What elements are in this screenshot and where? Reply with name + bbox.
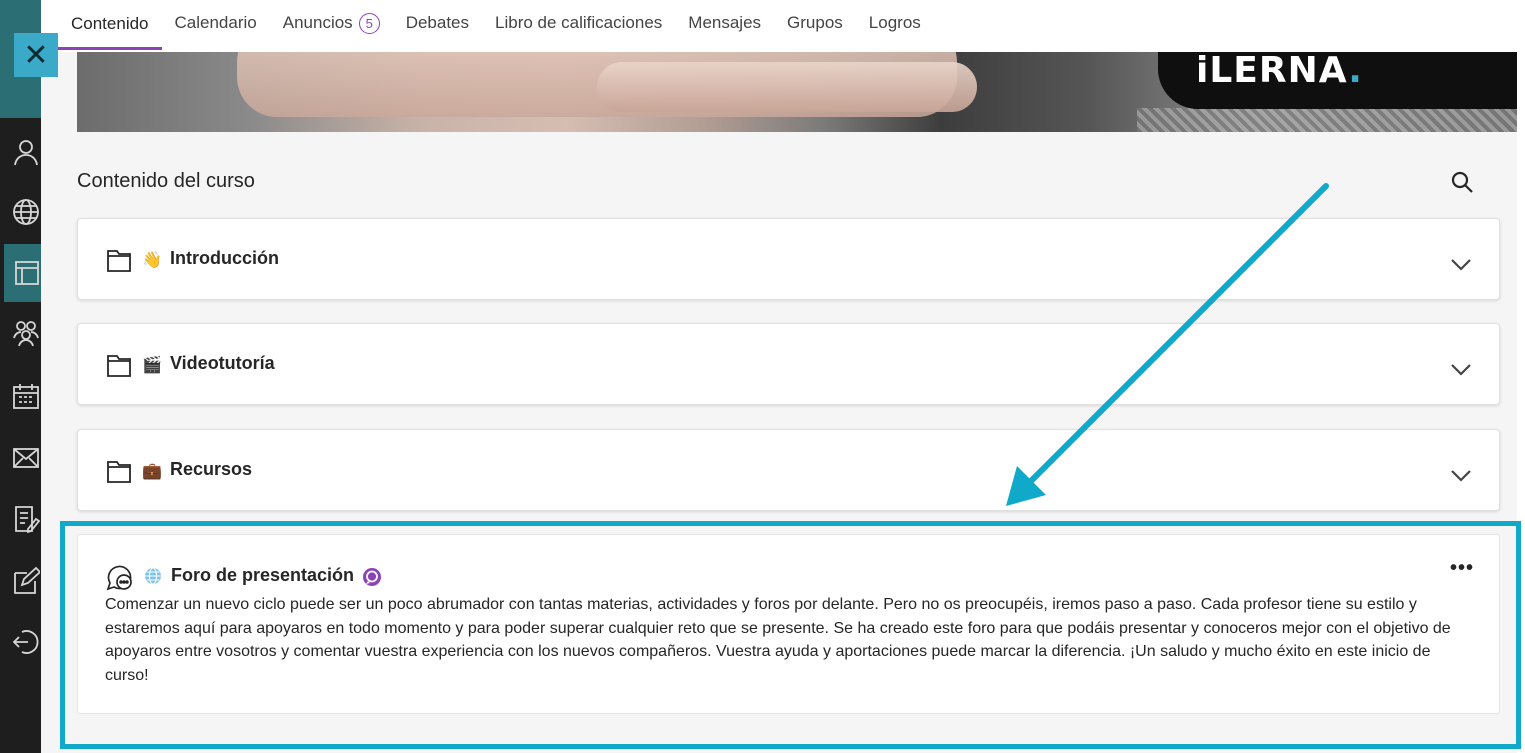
edit-icon[interactable] (12, 567, 40, 594)
highlight-box (60, 521, 1521, 749)
tab-debates[interactable]: Debates (393, 0, 482, 46)
chevron-down-icon[interactable] (1448, 251, 1474, 277)
logout-icon[interactable] (12, 628, 39, 654)
briefcase-emoji-icon: 💼 (142, 461, 162, 480)
chevron-down-icon[interactable] (1448, 462, 1474, 488)
calendar-icon[interactable] (12, 382, 39, 409)
folder-icon (106, 458, 132, 484)
folder-card-videotutoria[interactable]: 🎬 Videotutoría (77, 323, 1500, 405)
mail-icon[interactable] (12, 444, 39, 468)
folder-icon (106, 247, 132, 273)
folder-card-recursos[interactable]: 💼 Recursos (77, 429, 1500, 511)
tab-label: Logros (868, 13, 921, 32)
banner-photo-shape (1137, 108, 1517, 132)
tab-label: Debates (405, 13, 470, 32)
chevron-down-icon[interactable] (1448, 356, 1474, 382)
tab-calendario[interactable]: Calendario (162, 0, 270, 46)
groups-icon[interactable] (12, 318, 39, 346)
grades-icon[interactable] (12, 505, 40, 533)
folder-title[interactable]: Videotutoría (170, 353, 275, 374)
courses-icon[interactable] (12, 258, 39, 285)
folder-card-introduccion[interactable]: 👋 Introducción (77, 218, 1500, 300)
course-tabs: Contenido Calendario Anuncios 5 Debates L… (58, 0, 934, 52)
tab-grupos[interactable]: Grupos (774, 0, 856, 46)
tab-logros[interactable]: Logros (856, 0, 934, 46)
wave-emoji-icon: 👋 (142, 250, 162, 269)
tab-label: Libro de calificaciones (495, 13, 663, 32)
announcements-count-badge: 5 (358, 12, 380, 34)
clapper-emoji-icon: 🎬 (142, 355, 162, 374)
close-button[interactable]: ✕ (14, 33, 58, 77)
tab-anuncios[interactable]: Anuncios 5 (270, 0, 393, 46)
section-title: Contenido del curso (77, 170, 255, 192)
tab-mensajes[interactable]: Mensajes (675, 0, 774, 46)
tab-label: Calendario (174, 13, 257, 32)
search-icon[interactable] (1448, 168, 1476, 196)
tab-label: Grupos (787, 13, 843, 32)
tab-libro-de-calificaciones[interactable]: Libro de calificaciones (482, 0, 675, 46)
folder-title[interactable]: Introducción (170, 248, 279, 269)
ilerna-logo: iLERNA. (1196, 50, 1363, 91)
tab-label: Contenido (71, 13, 149, 33)
tab-label: Anuncios (282, 13, 353, 32)
user-icon[interactable] (12, 138, 38, 166)
tab-label: Mensajes (688, 13, 762, 32)
globe-icon[interactable] (12, 198, 39, 225)
folder-title[interactable]: Recursos (170, 459, 252, 480)
banner-photo-shape (597, 62, 977, 112)
left-nav-rail (0, 0, 41, 753)
folder-icon (106, 352, 132, 378)
tab-contenido[interactable]: Contenido (58, 0, 162, 50)
